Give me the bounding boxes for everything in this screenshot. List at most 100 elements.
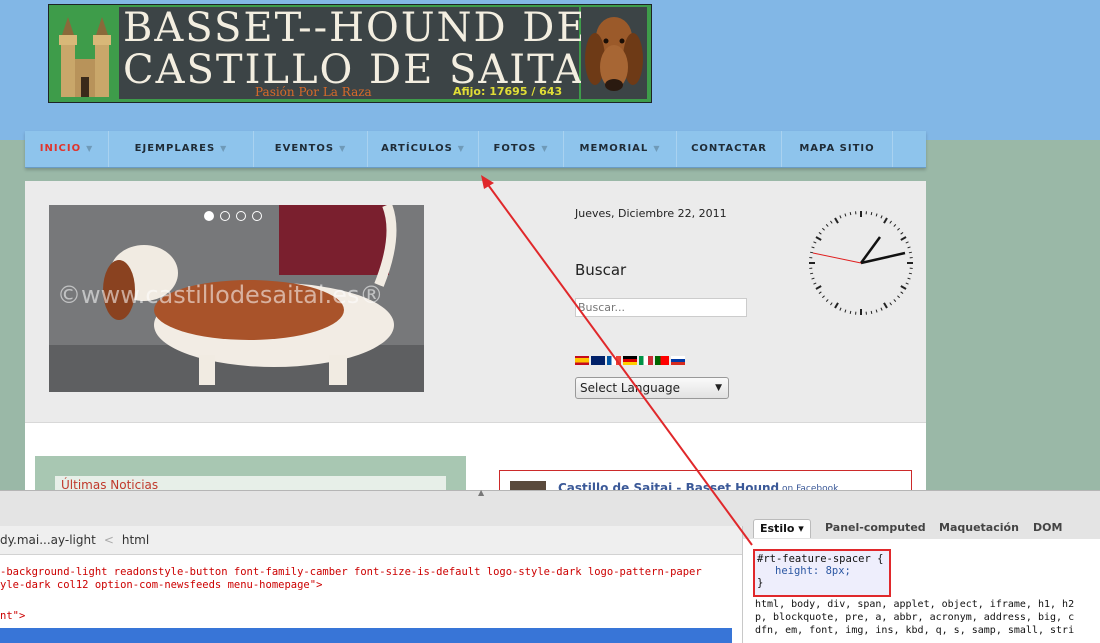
clock-tick (812, 247, 815, 248)
clock-tick (813, 242, 816, 243)
clock-tick (890, 303, 892, 305)
nav-item-mapa-sitio[interactable]: MAPA SITIO (782, 131, 893, 167)
selected-node-highlight[interactable] (0, 628, 732, 643)
language-select[interactable]: Select Language ▼ (575, 377, 729, 399)
clock-tick (835, 218, 838, 223)
code-text: nt"> (0, 610, 25, 622)
clock-tick (901, 286, 906, 289)
news-header: Últimas Noticias (55, 476, 446, 490)
clock-tick (819, 232, 821, 234)
clock-tick (812, 278, 815, 279)
css-rule-highlight[interactable]: #rt-feature-spacer { height: 8px; } (753, 549, 891, 597)
clock-tick (897, 296, 899, 298)
resize-grip-icon[interactable]: ▲ (478, 488, 484, 497)
clock-tick (881, 308, 882, 311)
code-line[interactable]: yle-dark col12 option-com-newsfeeds menu… (0, 579, 322, 591)
clock-tick (816, 286, 821, 289)
flag-russia-icon[interactable] (671, 356, 685, 365)
nav-label: INICIO (40, 143, 81, 154)
clock-tick (822, 228, 824, 230)
code-text: yle-dark col12 option-com-newsfeeds menu… (0, 579, 322, 591)
clock-tick (850, 212, 851, 215)
nav-item-memorial[interactable]: MEMORIAL▼ (564, 131, 677, 167)
flag-france-icon[interactable] (607, 356, 621, 365)
clock-tick (894, 224, 896, 226)
clock-tick (894, 299, 896, 301)
clock-tick (884, 303, 887, 308)
clock-tick (816, 237, 821, 240)
nav-item-inicio[interactable]: INICIO▼ (25, 131, 109, 167)
chevron-down-icon: ▼ (715, 378, 722, 398)
code-line[interactable]: -background-light readonstyle-button fon… (0, 566, 702, 578)
clock-tick (845, 214, 846, 217)
nav-item-ejemplares[interactable]: EJEMPLARES▼ (109, 131, 254, 167)
news-heading: Últimas Noticias (61, 478, 158, 490)
clock-tick (908, 247, 911, 248)
css-selector-line: p, blockquote, pre, a, abbr, acronym, ad… (755, 611, 1100, 624)
flag-uk-icon[interactable] (591, 356, 605, 365)
clock-tick (890, 221, 892, 223)
nav-item-fotos[interactable]: FOTOS ▼ (479, 131, 564, 167)
news-module: Últimas Noticias (35, 456, 466, 490)
slide-dot[interactable] (236, 211, 246, 221)
tab-maquetacion[interactable]: Maquetación (939, 519, 1019, 537)
nav-item-eventos[interactable]: EVENTOS▼ (254, 131, 368, 167)
breadcrumb-separator-icon: < (104, 533, 114, 547)
chevron-down-icon: ▼ (653, 144, 660, 153)
clock-tick (906, 283, 909, 284)
language-select-value: Select Language (580, 381, 680, 395)
chevron-down-icon: ▼ (339, 144, 346, 153)
chevron-down-icon: ▼ (541, 144, 548, 153)
bloodhound-portrait-icon (581, 7, 647, 99)
clock-tick (909, 273, 912, 274)
clock-tick (819, 292, 821, 294)
tab-panel-computed[interactable]: Panel-computed (825, 519, 926, 537)
slide-dot[interactable] (252, 211, 262, 221)
code-text: -background-light readonstyle-button fon… (0, 566, 702, 578)
dom-breadcrumb: dy.mai...ay-light < html (0, 526, 742, 555)
search-heading: Buscar (575, 261, 626, 279)
clock-tick (871, 212, 872, 215)
code-line[interactable]: nt"> (0, 610, 25, 622)
main-navigation: INICIO▼ EJEMPLARES▼ EVENTOS▼ ARTÍCULOS▼ … (25, 131, 926, 168)
slide-dot[interactable] (220, 211, 230, 221)
css-selector: #rt-feature-spacer { (757, 553, 887, 565)
facebook-widget: Castillo de Saitai - Basset Hound on Fac… (499, 470, 912, 492)
flag-portugal-icon[interactable] (655, 356, 669, 365)
clock-tick (901, 292, 903, 294)
clock-tick (840, 308, 841, 311)
tab-dom[interactable]: DOM (1033, 519, 1062, 537)
nav-label: EJEMPLARES (135, 143, 216, 154)
clock-tick (901, 237, 906, 240)
analog-clock (805, 207, 917, 319)
nav-label: FOTOS (493, 143, 536, 154)
flag-italy-icon[interactable] (639, 356, 653, 365)
clock-tick (876, 310, 877, 313)
chevron-down-icon: ▼ (458, 144, 465, 153)
devtools-panel: ▲ dy.mai...ay-light < html -background-lig… (0, 490, 1100, 643)
clock-tick (810, 252, 813, 253)
css-rule-list: html, body, div, span, applet, object, i… (755, 598, 1100, 637)
clock-second-hand (813, 253, 861, 263)
language-flags (575, 356, 685, 365)
breadcrumb-item[interactable]: html (122, 533, 149, 547)
flag-spain-icon[interactable] (575, 356, 589, 365)
hero-slideshow[interactable]: ©www.castillodesaitai.es® (49, 205, 424, 392)
search-input[interactable]: Buscar... (575, 298, 747, 317)
flag-germany-icon[interactable] (623, 356, 637, 365)
nav-item-contactar[interactable]: CONTACTAR (677, 131, 782, 167)
clock-tick (871, 311, 872, 314)
breadcrumb-item[interactable]: dy.mai...ay-light (0, 533, 96, 547)
clock-tick (881, 215, 882, 218)
slide-indicators (204, 211, 262, 221)
slide-dot[interactable] (204, 211, 214, 221)
clock-tick (897, 228, 899, 230)
clock-tick (876, 214, 877, 217)
clock-tick (835, 303, 838, 308)
tab-estilo[interactable]: Estilo ▾ (753, 519, 811, 538)
style-inspector: Estilo ▾ Panel-computed Maquetación DOM … (742, 526, 1100, 643)
nav-item-articulos[interactable]: ARTÍCULOS▼ (368, 131, 479, 167)
current-date: Jueves, Diciembre 22, 2011 (575, 207, 727, 220)
site-logo-banner[interactable]: BASSET--HOUND DEL CASTILLO DE SAITAI Pas… (48, 4, 652, 103)
css-property[interactable]: height: 8px; (757, 565, 887, 577)
